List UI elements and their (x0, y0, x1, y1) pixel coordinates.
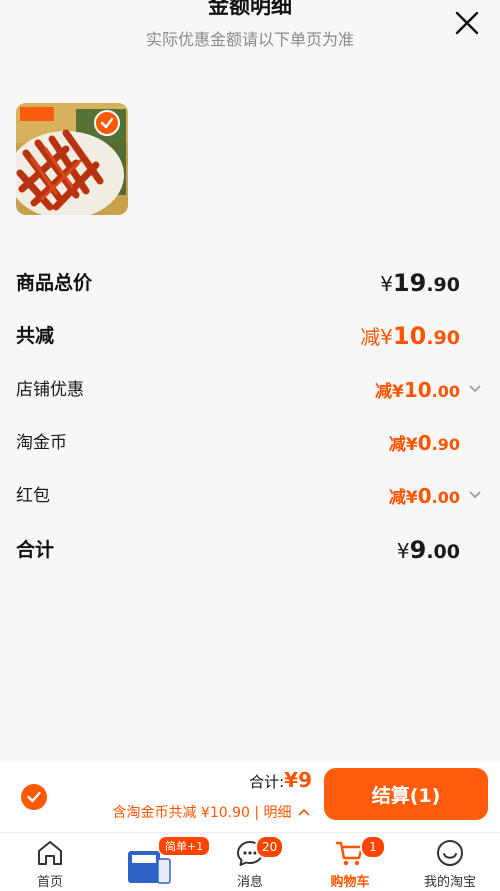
checkout-bar: 合计:¥9 含淘金币共减 ¥10.90 | 明细 结算(1) (0, 762, 500, 832)
chevron-down-icon[interactable] (468, 490, 482, 500)
row-total-discount: 共减 减¥10.90 (16, 318, 484, 354)
message-badge: 20 (255, 835, 285, 859)
row-value: 减¥10.00 (374, 378, 460, 402)
total-label: 合计: (249, 773, 285, 791)
bottom-tab-bar: 首页 简单+1 20 消息 1 购物车 我的淘宝 (0, 832, 500, 891)
discount-text: 含淘金币共减 ¥10.90 | 明细 (112, 805, 292, 821)
select-all-check-icon[interactable] (21, 784, 47, 810)
chevron-down-icon[interactable] (468, 384, 482, 394)
checkout-button[interactable]: 结算(1) (324, 768, 488, 820)
row-taojinbi: 淘金币 减¥0.90 (16, 425, 484, 461)
tab-my-taobao[interactable]: 我的淘宝 (400, 833, 500, 891)
amount-detail-sheet: 金额明细 实际优惠金额请以下单页为准 商品总价 ¥19.90 共减 减¥10.9… (0, 0, 500, 762)
row-label: 合计 (16, 539, 55, 561)
row-label: 店铺优惠 (16, 380, 84, 400)
row-label: 淘金币 (16, 433, 67, 453)
row-value: 减¥0.00 (388, 484, 460, 508)
row-value: 减¥0.90 (388, 431, 460, 455)
close-icon[interactable] (452, 8, 482, 38)
tab-messages[interactable]: 20 消息 (200, 833, 300, 891)
row-label: 红包 (16, 486, 50, 506)
row-shop-discount[interactable]: 店铺优惠 减¥10.00 (16, 372, 484, 408)
cart-badge: 1 (360, 835, 386, 859)
row-grand-total: 合计 ¥9.00 (16, 532, 484, 568)
tab-home[interactable]: 首页 (0, 833, 100, 891)
total-summary: 合计:¥9 (249, 768, 312, 792)
chevron-up-icon (298, 808, 310, 816)
row-value: ¥9.00 (396, 536, 460, 564)
row-label: 共减 (16, 325, 55, 347)
row-value: ¥19.90 (380, 269, 460, 297)
total-amount: ¥9 (284, 768, 312, 792)
row-red-packet[interactable]: 红包 减¥0.00 (16, 478, 484, 514)
sheet-title: 金额明细 (208, 0, 292, 18)
row-goods-total: 商品总价 ¥19.90 (16, 265, 484, 301)
home-icon (38, 841, 62, 865)
smiley-face-icon (437, 840, 463, 866)
tab-cart[interactable]: 1 购物车 (300, 833, 400, 891)
row-label: 商品总价 (16, 272, 93, 294)
discount-detail-link[interactable]: 含淘金币共减 ¥10.90 | 明细 (112, 802, 310, 822)
sheet-subtitle: 实际优惠金额请以下单页为准 (145, 30, 354, 49)
row-value: 减¥10.90 (360, 322, 460, 350)
product-check-icon[interactable] (94, 110, 120, 136)
